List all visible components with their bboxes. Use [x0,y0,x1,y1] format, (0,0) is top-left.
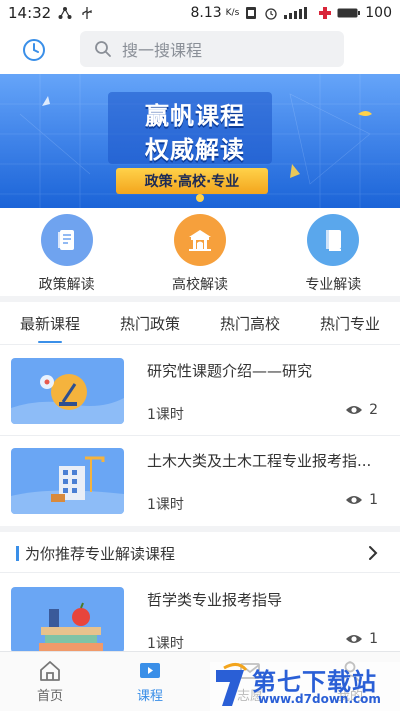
status-bar: 14:32 8.13 K/s 100 [0,0,400,26]
quick-link-label: 专业解读 [305,277,362,293]
banner-title-line1: 赢帆课程 [145,102,245,130]
section-accent-bar [16,545,19,561]
course-title: 研究性课题介绍——研究 [147,362,313,380]
course-view-count: 2 [369,402,378,418]
share-icon [57,6,73,20]
eye-icon [346,406,363,414]
search-row: 搜一搜课程 [0,26,400,74]
site-watermark: 第七下载站 www.d7down.com [210,660,400,711]
quick-link-policy[interactable]: 政策解读 [0,208,133,296]
net-speed-unit: K/s [225,8,240,18]
eye-icon [346,496,363,504]
course-views: 1 [345,631,378,647]
course-views: 2 [345,402,378,418]
list-item[interactable]: 研究性课题介绍——研究 1课时 2 [0,346,400,430]
sim-icon [243,6,259,20]
nav-home[interactable]: 首页 [0,652,100,711]
list-item[interactable]: 土木大类及土木工程专业报考指... 1课时 1 [0,436,400,520]
play-icon [140,662,160,678]
alarm-icon [263,6,279,20]
promo-banner[interactable]: 赢帆课程 权威解读 政策·高校·专业 [0,74,400,208]
course-view-count: 1 [369,492,378,508]
banner-title-line2: 权威解读 [145,136,245,164]
history-button[interactable] [21,37,47,63]
tab-hot-major[interactable]: 热门专业 [300,303,400,345]
course-view-count: 1 [369,631,378,647]
recommend-title: 为你推荐专业解读课程 [25,544,176,563]
course-hours: 1课时 [147,497,184,513]
banner-pager-dot [196,194,204,202]
course-title: 土木大类及土木工程专业报考指... [147,452,372,470]
quick-link-label: 高校解读 [171,277,228,293]
search-icon [95,41,111,57]
nav-courses[interactable]: 课程 [100,652,200,711]
usb-icon [79,6,95,20]
banner-tagline: 政策·高校·专业 [116,168,268,194]
battery-level: 100 [365,5,392,21]
quick-link-label: 政策解读 [38,277,95,293]
tab-hot-university[interactable]: 热门高校 [200,303,300,345]
quick-link-major[interactable]: 专业解读 [267,208,400,296]
course-title: 哲学类专业报考指导 [147,591,283,609]
tab-hot-policy[interactable]: 热门政策 [100,303,200,345]
home-icon [40,660,60,681]
quick-link-university[interactable]: 高校解读 [133,208,266,296]
watermark-url: www.d7down.com [258,692,381,706]
policy-icon [40,214,93,266]
chevron-right-icon [369,546,378,560]
list-divider [0,572,400,573]
section-divider [0,526,400,532]
recommend-header[interactable]: 为你推荐专业解读课程 [0,534,400,572]
quick-links: 政策解读 高校解读 专业解读 [0,208,400,296]
course-thumbnail [11,448,124,514]
university-icon [173,214,226,266]
section-divider [0,296,400,302]
net-speed: 8.13 [190,5,222,21]
signal-icon [283,6,313,20]
course-thumbnail [11,587,124,653]
book-icon [307,214,360,266]
clock-icon [23,39,45,61]
course-tabs: 最新课程 热门政策 热门高校 热门专业 [0,303,400,345]
search-input[interactable]: 搜一搜课程 [80,31,344,67]
medical-cross-icon [317,6,333,20]
course-views: 1 [345,492,378,508]
list-item[interactable]: 哲学类专业报考指导 1课时 1 [0,575,400,659]
course-hours: 1课时 [147,407,184,423]
nav-label: 课程 [136,688,163,704]
eye-icon [346,635,363,643]
battery-icon [337,6,361,20]
status-time: 14:32 [8,4,52,22]
course-hours: 1课时 [147,636,184,652]
course-thumbnail [11,358,124,424]
search-placeholder: 搜一搜课程 [122,41,203,60]
tab-latest[interactable]: 最新课程 [0,303,100,345]
nav-label: 首页 [36,688,63,704]
